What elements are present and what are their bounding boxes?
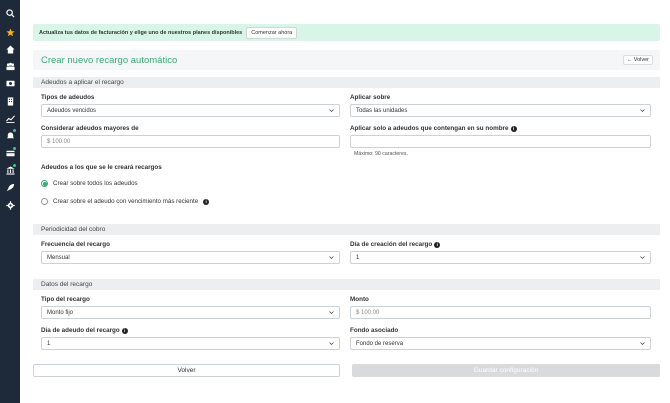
greater-than-label: Considerar adeudos mayores de — [41, 125, 139, 132]
radio-group-label: Adeudos a los que se le creará recargos — [41, 164, 162, 171]
fund-select[interactable]: Fondo de reserva — [350, 337, 651, 350]
amount-label: Monto — [350, 296, 369, 303]
info-icon[interactable]: i — [434, 241, 441, 248]
creation-day-select[interactable]: 1 — [350, 251, 651, 264]
star-icon[interactable] — [4, 26, 16, 38]
debt-types-label: Tipos de adeudos — [41, 94, 94, 101]
info-icon[interactable]: i — [121, 327, 128, 334]
back-button[interactable]: Volver — [33, 364, 340, 377]
apply-on-label-text: Aplicar sobre — [350, 94, 391, 101]
radio-option-recent[interactable]: Crear sobre el adeudo con vencimiento má… — [41, 198, 210, 205]
fund-label: Fondo asociado — [350, 327, 398, 334]
greater-than-label-text: Considerar adeudos mayores de — [41, 125, 139, 132]
name-filter-label-text: Aplicar solo a adeudos que contengan en … — [350, 125, 509, 132]
charge-type-label-text: Tipo del recargo — [41, 296, 90, 303]
home-icon[interactable] — [4, 43, 16, 55]
fund-value: Fondo de reserva — [356, 340, 404, 347]
section-adeudos: Adeudos a aplicar el recargo — [33, 77, 660, 88]
radio-option-all[interactable]: Crear sobre todos los adeudos — [41, 180, 138, 187]
charge-type-value: Monto fijo — [47, 309, 74, 316]
info-icon[interactable]: i — [510, 125, 517, 132]
debt-day-value: 1 — [47, 340, 51, 347]
radio-button[interactable] — [41, 198, 48, 205]
amount-input[interactable]: $ 100.00 — [350, 306, 651, 319]
debt-types-value: Adeudos vencidos — [47, 107, 97, 114]
chevron-down-icon — [329, 256, 334, 260]
page-header: Crear nuevo recargo automático ← Volver — [33, 50, 660, 70]
chevron-down-icon — [329, 311, 334, 315]
frequency-label-text: Frecuencia del recargo — [41, 241, 110, 248]
apply-on-value: Todas las unidades — [356, 107, 408, 114]
name-filter-input[interactable] — [350, 135, 651, 148]
creation-day-label: Día de creación del recargo i — [350, 241, 441, 248]
group-icon[interactable] — [4, 60, 16, 72]
chevron-down-icon — [329, 109, 334, 113]
debt-day-select[interactable]: 1 — [41, 337, 340, 350]
debt-types-label-text: Tipos de adeudos — [41, 94, 95, 101]
creation-day-label-text: Día de creación del recargo — [350, 241, 433, 248]
header-back-button[interactable]: ← Volver — [622, 55, 653, 65]
debt-day-label-text: Día de adeudo del recargo — [41, 327, 120, 334]
frequency-label: Frecuencia del recargo — [41, 241, 110, 248]
building-icon[interactable] — [4, 95, 16, 107]
save-config-button[interactable]: Guardar configuración — [352, 364, 660, 377]
radio-option-recent-label: Crear sobre el adeudo con vencimiento má… — [53, 198, 199, 205]
chart-icon[interactable] — [4, 112, 16, 124]
billing-banner: Actualiza tus datos de facturación y eli… — [33, 24, 660, 41]
charge-type-select[interactable]: Monto fijo — [41, 306, 340, 319]
frequency-value: Mensual — [47, 254, 70, 261]
rocket-icon[interactable] — [4, 181, 16, 193]
frequency-select[interactable]: Mensual — [41, 251, 340, 264]
section-datos: Datos del recargo — [33, 279, 660, 290]
notification-dot — [13, 147, 16, 150]
apply-on-label: Aplicar sobre — [350, 94, 390, 101]
notification-dot — [13, 164, 16, 167]
radio-option-all-label: Crear sobre todos los adeudos — [53, 180, 138, 187]
chevron-down-icon — [329, 342, 334, 346]
chevron-down-icon — [640, 256, 645, 260]
creation-day-value: 1 — [356, 254, 360, 261]
notification-dot — [13, 129, 16, 132]
bank-icon[interactable] — [4, 164, 16, 176]
card-icon[interactable] — [4, 147, 16, 159]
fund-label-text: Fondo asociado — [350, 327, 399, 334]
gear-icon[interactable] — [4, 199, 16, 211]
amount-label-text: Monto — [350, 296, 369, 303]
section-periodicidad: Periodicidad del cobro — [33, 224, 660, 235]
info-icon[interactable]: i — [203, 198, 210, 205]
start-now-button[interactable]: Comenzar ahora — [246, 26, 298, 39]
money-icon[interactable] — [4, 77, 16, 89]
radio-group-label-text: Adeudos a los que se le creará recargos — [41, 164, 162, 171]
debt-types-select[interactable]: Adeudos vencidos — [41, 104, 340, 117]
search-icon[interactable] — [4, 7, 16, 19]
sidebar — [0, 0, 20, 403]
apply-on-select[interactable]: Todas las unidades — [350, 104, 651, 117]
greater-than-input[interactable]: $ 100.00 — [41, 135, 340, 148]
banner-text: Actualiza tus datos de facturación y eli… — [39, 29, 243, 36]
chevron-down-icon — [640, 342, 645, 346]
name-filter-label: Aplicar solo a adeudos que contengan en … — [350, 125, 517, 132]
charge-type-label: Tipo del recargo — [41, 296, 90, 303]
radio-button-selected[interactable] — [41, 180, 48, 187]
name-filter-hint: Máximo: 90 caracteres. — [354, 151, 408, 157]
page-title: Crear nuevo recargo automático — [41, 54, 178, 66]
main-content: Actualiza tus datos de facturación y eli… — [20, 0, 670, 403]
debt-day-label: Día de adeudo del recargo i — [41, 327, 128, 334]
chevron-down-icon — [640, 109, 645, 113]
bell-icon[interactable] — [4, 129, 16, 141]
